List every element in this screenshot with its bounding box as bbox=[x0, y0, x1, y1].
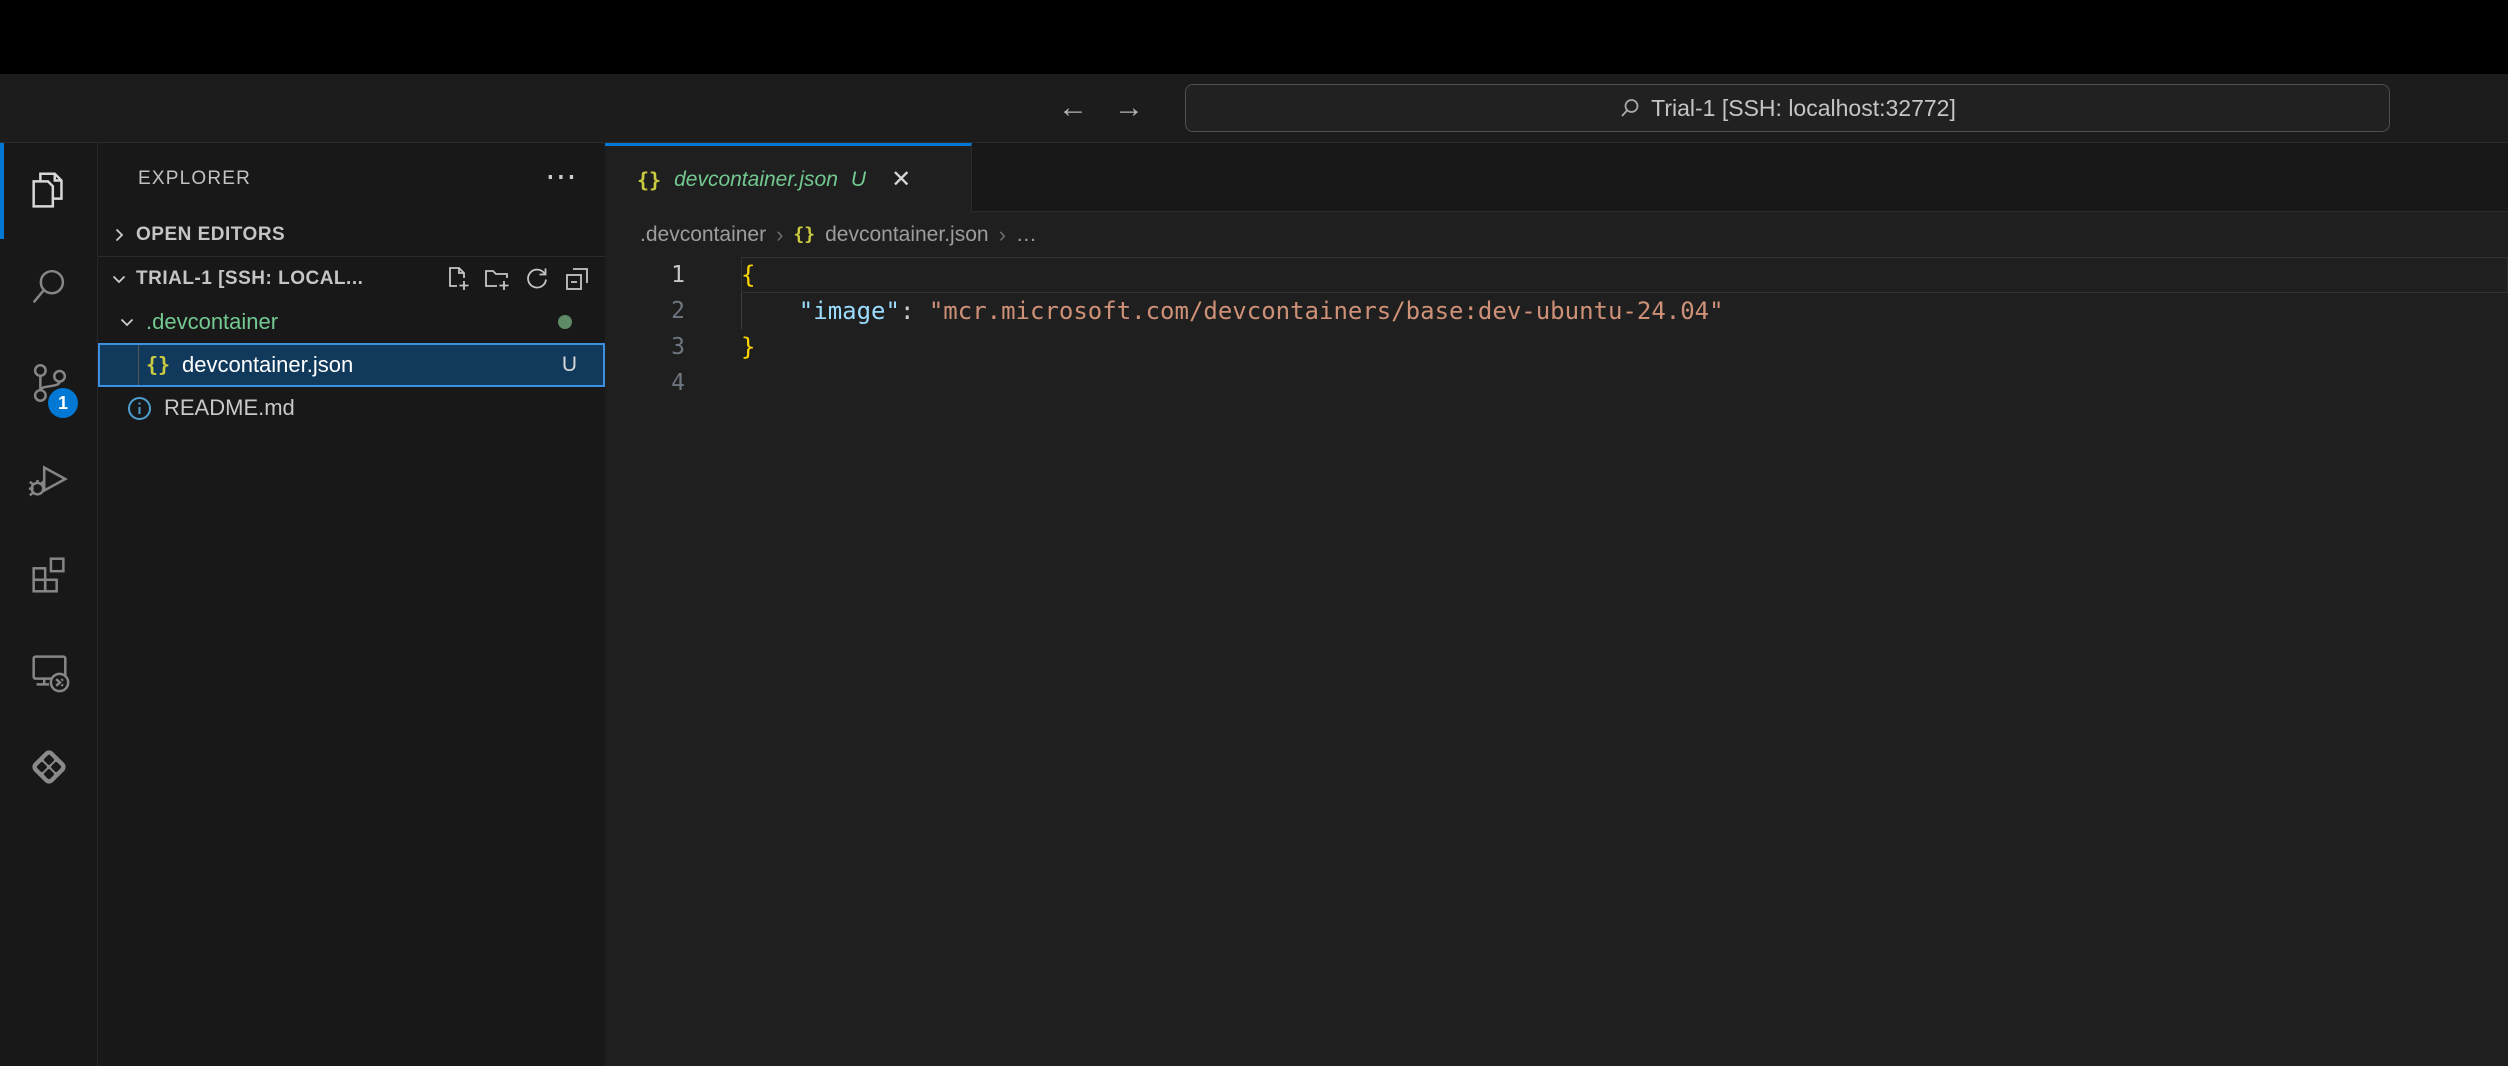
code-line-3[interactable]: 3 } bbox=[605, 329, 2508, 365]
files-icon bbox=[26, 168, 72, 214]
json-file-icon: {} bbox=[146, 353, 170, 377]
containers-icon bbox=[26, 744, 72, 790]
json-file-icon: {} bbox=[637, 168, 661, 192]
code-token: : bbox=[900, 297, 929, 325]
new-folder-icon[interactable] bbox=[483, 265, 511, 293]
chevron-right-icon: › bbox=[999, 222, 1006, 248]
explorer-actions bbox=[443, 265, 591, 293]
search-icon bbox=[1619, 97, 1641, 119]
activity-explorer[interactable] bbox=[0, 143, 97, 239]
top-black-band bbox=[0, 0, 2508, 74]
forward-icon[interactable]: → bbox=[1114, 93, 1144, 123]
breadcrumb-file[interactable]: devcontainer.json bbox=[825, 223, 988, 247]
extensions-icon bbox=[26, 552, 72, 598]
activity-bar: 1 bbox=[0, 143, 98, 1066]
code-line-4[interactable]: 4 bbox=[605, 365, 2508, 401]
current-line-highlight bbox=[741, 257, 2508, 293]
sidebar-title-row: EXPLORER ⋯ bbox=[98, 143, 605, 214]
vscode-window: ← → Trial-1 [SSH: localhost:32772] bbox=[0, 0, 2508, 1066]
chevron-right-icon: › bbox=[776, 222, 783, 248]
line-number: 4 bbox=[605, 365, 741, 401]
source-control-badge: 1 bbox=[48, 388, 78, 418]
code-line-2[interactable]: 2 "image": "mcr.microsoft.com/devcontain… bbox=[605, 293, 2508, 329]
tree-item-readme[interactable]: README.md bbox=[98, 387, 605, 429]
search-icon bbox=[26, 264, 72, 310]
open-editors-section[interactable]: OPEN EDITORS bbox=[98, 214, 605, 257]
line-number: 3 bbox=[605, 329, 741, 365]
command-center[interactable]: Trial-1 [SSH: localhost:32772] bbox=[1185, 84, 2390, 132]
git-modified-dot-badge bbox=[558, 315, 572, 329]
tab-strip: {} devcontainer.json U ✕ bbox=[605, 143, 2508, 212]
code-editor[interactable]: 1 { 2 "image": "mcr.microsoft.com/devcon… bbox=[605, 257, 2508, 401]
folder-label: .devcontainer bbox=[146, 309, 278, 335]
tab-git-untracked-badge: U bbox=[851, 168, 866, 192]
code-token: { bbox=[741, 261, 755, 289]
code-token bbox=[741, 297, 799, 325]
line-number: 2 bbox=[605, 293, 741, 329]
refresh-icon[interactable] bbox=[523, 265, 551, 293]
new-file-icon[interactable] bbox=[443, 265, 471, 293]
tree-item-devcontainer-json[interactable]: {} devcontainer.json U bbox=[98, 343, 605, 387]
code-line-1[interactable]: 1 { bbox=[605, 257, 2508, 293]
line-number: 1 bbox=[605, 257, 741, 293]
debug-icon bbox=[26, 456, 72, 502]
navigation-arrows: ← → bbox=[1058, 74, 1144, 142]
chevron-down-icon bbox=[110, 270, 128, 288]
code-token: "image" bbox=[799, 297, 900, 325]
activity-run-debug[interactable] bbox=[0, 431, 97, 527]
activity-search[interactable] bbox=[0, 239, 97, 335]
close-icon[interactable]: ✕ bbox=[891, 168, 911, 192]
remote-explorer-icon bbox=[26, 648, 72, 694]
activity-remote-explorer[interactable] bbox=[0, 623, 97, 719]
git-untracked-badge: U bbox=[562, 353, 577, 377]
command-center-label: Trial-1 [SSH: localhost:32772] bbox=[1651, 95, 1956, 122]
sidebar-title: EXPLORER bbox=[138, 168, 251, 190]
code-token: } bbox=[741, 333, 755, 361]
title-bar: ← → Trial-1 [SSH: localhost:32772] bbox=[0, 74, 2508, 143]
breadcrumb-folder[interactable]: .devcontainer bbox=[640, 223, 766, 247]
workspace-label: TRIAL-1 [SSH: LOCAL... bbox=[136, 268, 363, 290]
activity-source-control[interactable]: 1 bbox=[0, 335, 97, 431]
tree-item-devcontainer-folder[interactable]: .devcontainer bbox=[98, 300, 605, 343]
workspace-section-header[interactable]: TRIAL-1 [SSH: LOCAL... bbox=[98, 257, 605, 300]
info-icon bbox=[127, 396, 152, 421]
tree-indent-guide bbox=[138, 345, 139, 385]
open-editors-label: OPEN EDITORS bbox=[136, 224, 285, 246]
editor-group: {} devcontainer.json U ✕ .devcontainer ›… bbox=[605, 143, 2508, 1066]
back-icon[interactable]: ← bbox=[1058, 93, 1088, 123]
json-file-icon: {} bbox=[793, 224, 815, 245]
more-actions-icon[interactable]: ⋯ bbox=[545, 156, 579, 194]
activity-extensions[interactable] bbox=[0, 527, 97, 623]
breadcrumb-symbol[interactable]: … bbox=[1016, 223, 1037, 247]
explorer-sidebar: EXPLORER ⋯ OPEN EDITORS TRIAL-1 [SSH: LO… bbox=[98, 143, 605, 1066]
tab-devcontainer-json[interactable]: {} devcontainer.json U ✕ bbox=[605, 143, 972, 213]
activity-containers[interactable] bbox=[0, 719, 97, 815]
tab-label: devcontainer.json bbox=[674, 168, 838, 192]
file-label: devcontainer.json bbox=[182, 352, 353, 378]
chevron-down-icon bbox=[118, 313, 136, 331]
breadcrumb: .devcontainer › {} devcontainer.json › … bbox=[605, 212, 2508, 257]
collapse-all-icon[interactable] bbox=[563, 265, 591, 293]
file-label: README.md bbox=[164, 395, 295, 421]
code-token: "mcr.microsoft.com/devcontainers/base:de… bbox=[929, 297, 1724, 325]
chevron-right-icon bbox=[110, 226, 128, 244]
